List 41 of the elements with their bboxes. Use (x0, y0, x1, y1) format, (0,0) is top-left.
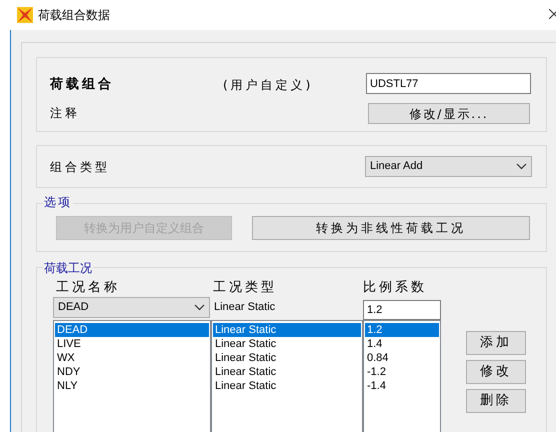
list-row[interactable]: 1.4 (365, 337, 439, 351)
modify-button[interactable]: 修改/显示... (368, 103, 530, 124)
list-row[interactable]: Linear Static (213, 337, 361, 351)
list-row[interactable]: NDY (55, 365, 209, 379)
list-row[interactable]: LIVE (55, 337, 209, 351)
column-header: 比例系数 (363, 279, 427, 297)
list-row[interactable]: Linear Static (213, 323, 361, 337)
combination-note: (用户自定义) (223, 77, 314, 94)
scale-factor-input-field[interactable]: 1.2 (363, 300, 441, 320)
case-action-button[interactable]: 删除 (466, 389, 526, 413)
options-legend: 选项 (43, 193, 73, 211)
list-row[interactable]: -1.2 (365, 365, 439, 379)
column-header: 工况名称 (56, 279, 120, 297)
load-case-list[interactable]: Linear Static Linear Static Linear Static Linear Static Linear Static (211, 320, 363, 432)
name-input-field[interactable]: UDSTL77 (366, 73, 531, 94)
load-case-list[interactable]: DEAD LIVE WX NDY NLY (53, 320, 211, 432)
window-title: 荷载组合数据 (38, 7, 110, 23)
list-row[interactable]: 0.84 (365, 351, 439, 365)
list-row[interactable]: DEAD (55, 323, 209, 337)
list-row[interactable]: Linear Static (213, 365, 361, 379)
close-icon[interactable] (549, 9, 556, 19)
case-action-button[interactable]: 修改 (466, 360, 526, 384)
combination-type-dropdown[interactable]: Linear Add (365, 156, 532, 177)
app-icon (17, 7, 33, 23)
list-row[interactable]: -1.4 (365, 379, 439, 393)
list-row[interactable]: Linear Static (213, 379, 361, 393)
case-name-dropdown[interactable]: DEAD (53, 297, 210, 318)
list-row[interactable]: NLY (55, 379, 209, 393)
combination-label: 荷载组合 (50, 76, 114, 94)
chevron-down-icon (194, 304, 205, 311)
combination-type-label: 组合类型 (50, 159, 110, 176)
list-row[interactable]: 1.2 (365, 323, 439, 337)
chevron-down-icon (516, 163, 527, 170)
case-action-button[interactable]: 添加 (466, 331, 526, 355)
column-header: 工况类型 (213, 279, 277, 297)
comment-label: 注释 (50, 105, 80, 122)
list-row[interactable]: WX (55, 351, 209, 365)
list-row[interactable]: Linear Static (213, 351, 361, 365)
load-cases-legend: 荷载工况 (43, 259, 93, 277)
convert-button[interactable]: 转换为非线性荷载工况 (252, 216, 530, 240)
load-case-list[interactable]: 1.2 1.4 0.84 -1.2 -1.4 (363, 320, 441, 432)
